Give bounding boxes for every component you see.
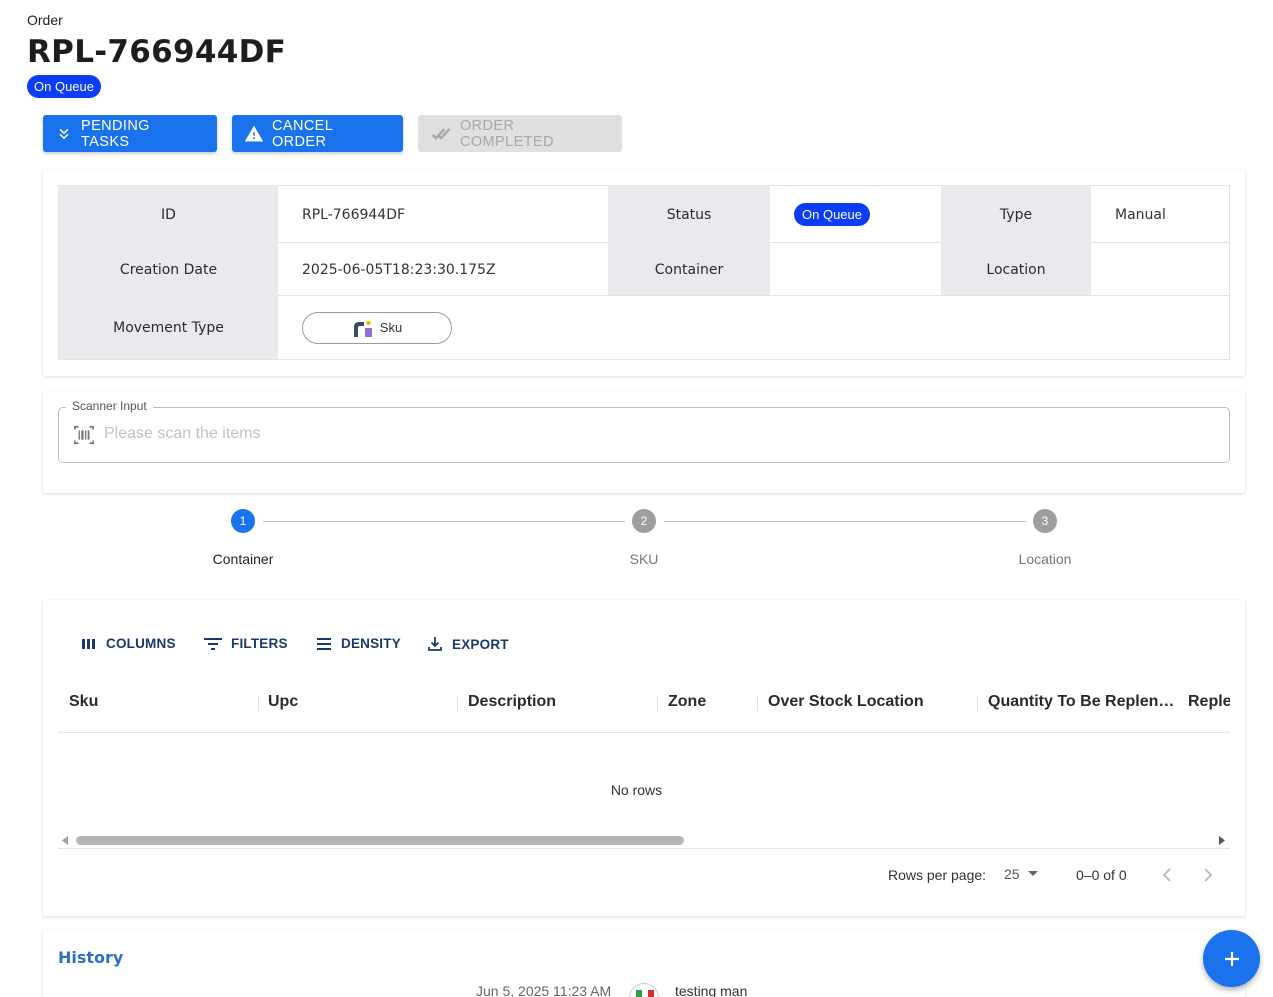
column-header-description[interactable]: Description <box>468 693 556 711</box>
type-value: Manual <box>1115 206 1166 223</box>
columns-icon <box>82 638 95 649</box>
order-completed-label: ORDER COMPLETED <box>460 117 554 150</box>
next-page-icon[interactable] <box>1203 868 1213 882</box>
columns-label: COLUMNS <box>106 636 176 651</box>
status-badge: On Queue <box>27 75 101 98</box>
columns-button[interactable]: COLUMNS <box>81 636 176 651</box>
status-cell: On Queue <box>770 186 941 243</box>
container-value <box>770 243 941 296</box>
export-icon <box>428 637 442 651</box>
caret-down-icon <box>1027 871 1038 876</box>
creation-date-label: Creation Date <box>59 243 278 296</box>
section-label: Order <box>27 12 63 28</box>
id-label: ID <box>59 186 278 243</box>
order-completed-button[interactable]: ORDER COMPLETED <box>418 115 622 152</box>
details-grid: ID RPL-766944DF Status On Queue Type Man… <box>58 185 1230 360</box>
plus-icon <box>1224 951 1239 966</box>
pending-tasks-button[interactable]: PENDING TASKS <box>43 115 217 152</box>
container-label: Container <box>608 243 770 296</box>
movement-type-label: Movement Type <box>59 296 278 359</box>
creation-date-value: 2025-06-05T18:23:30.175Z <box>302 261 496 278</box>
pagination-range: 0–0 of 0 <box>1076 867 1127 883</box>
export-button[interactable]: EXPORT <box>427 636 509 652</box>
cancel-order-label: CANCEL ORDER <box>272 117 333 150</box>
column-header-over-stock-location[interactable]: Over Stock Location <box>768 693 924 711</box>
movement-type-chip: Sku <box>302 311 452 344</box>
filter-icon <box>204 637 222 650</box>
density-icon <box>317 637 331 650</box>
location-value <box>1091 243 1229 296</box>
type-label: Type <box>941 186 1091 243</box>
step-3-circle: 3 <box>1033 509 1057 533</box>
history-title: History <box>58 948 124 967</box>
rows-per-page-select[interactable]: 25 <box>1004 866 1038 882</box>
person-box-icon <box>353 320 372 337</box>
rows-per-page-label: Rows per page: <box>888 867 987 883</box>
page-title: RPL-766944DF <box>27 34 287 70</box>
movement-type-value: Sku <box>379 320 403 335</box>
double-check-icon <box>431 127 451 140</box>
add-fab-button[interactable] <box>1203 930 1260 987</box>
step-connector <box>263 521 625 522</box>
column-header-sku[interactable]: Sku <box>69 693 98 711</box>
column-header-zone[interactable]: Zone <box>668 693 706 711</box>
step-2-label: SKU <box>629 551 659 567</box>
warning-icon <box>244 125 264 141</box>
empty-state: No rows <box>610 782 663 798</box>
step-1-circle: 1 <box>231 509 255 533</box>
column-header-replenished[interactable]: Reple <box>1188 693 1230 711</box>
column-header-upc[interactable]: Upc <box>268 693 298 711</box>
double-chevron-down-icon <box>59 128 69 139</box>
status-chip: On Queue <box>794 203 870 226</box>
previous-page-icon[interactable] <box>1162 868 1172 882</box>
movement-type-cell: Sku <box>278 296 608 359</box>
cancel-order-button[interactable]: CANCEL ORDER <box>232 115 403 152</box>
scroll-right-icon[interactable] <box>1218 836 1226 845</box>
density-button[interactable]: DENSITY <box>316 636 401 651</box>
filters-button[interactable]: FILTERS <box>204 636 288 651</box>
step-3-label: Location <box>1018 551 1072 567</box>
rows-per-page-value: 25 <box>1004 866 1020 882</box>
step-1-label: Container <box>212 551 274 567</box>
export-label: EXPORT <box>452 636 509 652</box>
density-label: DENSITY <box>341 636 401 651</box>
location-label: Location <box>941 243 1091 296</box>
id-value: RPL-766944DF <box>302 206 406 223</box>
scanner-label: Scanner Input <box>66 399 153 413</box>
step-2-circle: 2 <box>632 509 656 533</box>
status-label: Status <box>608 186 770 243</box>
scroll-left-icon[interactable] <box>61 836 69 845</box>
scanner-placeholder: Please scan the items <box>104 425 261 442</box>
history-entry-date: Jun 5, 2025 11:23 AM <box>476 983 612 997</box>
barcode-icon <box>74 425 94 445</box>
pending-tasks-label: PENDING TASKS <box>81 117 150 150</box>
history-entry-user: testing man <box>675 983 748 997</box>
scrollbar-thumb[interactable] <box>76 836 684 845</box>
column-header-quantity-to-be-replenished[interactable]: Quantity To Be Replen… <box>988 693 1174 711</box>
step-connector <box>664 521 1026 522</box>
filters-label: FILTERS <box>231 636 288 651</box>
